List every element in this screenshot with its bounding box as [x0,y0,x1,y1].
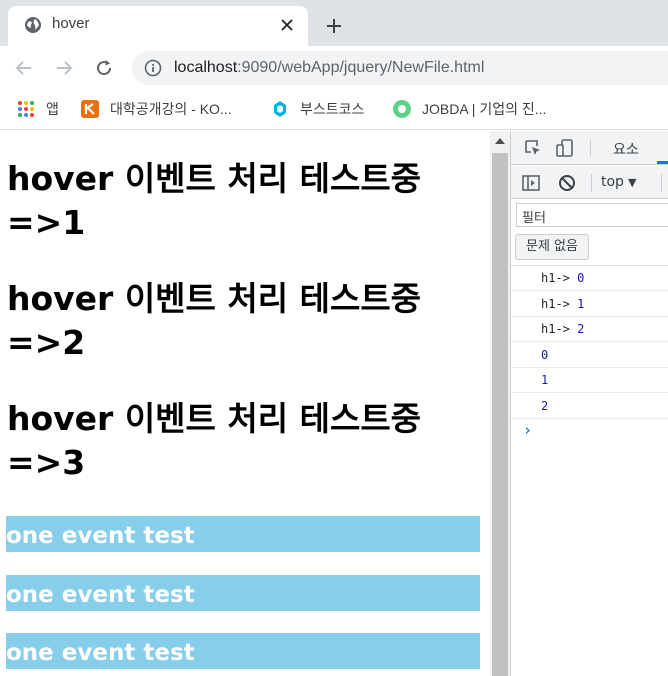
log-value: 1 [577,297,585,311]
hover-heading[interactable]: hover 이벤트 처리 테스트중 =>3 [7,397,477,485]
jobda-icon [392,99,412,119]
apps-grid-icon [16,99,36,119]
device-toolbar-icon[interactable] [555,138,575,158]
new-tab-button[interactable] [320,12,348,40]
context-selector[interactable]: top ▼ [601,174,636,190]
heading-line: hover 이벤트 처리 테스트중 [7,399,422,438]
forward-button[interactable] [50,54,78,82]
devtools-tabbar: 요소 [511,131,668,165]
clear-console-icon[interactable] [557,173,577,193]
heading-counter: =>1 [7,203,86,242]
back-button[interactable] [10,54,38,82]
heading-line: hover 이벤트 처리 테스트중 [7,279,422,318]
bookmark-label: 대학공개강의 - KO... [110,101,232,117]
bookmark-jobda[interactable]: JOBDA | 기업의 진... [392,98,546,120]
log-value: 0 [577,271,585,285]
url-text: localhost:9090/webApp/jquery/NewFile.htm… [174,59,484,77]
bookmark-apps[interactable]: 앱 [16,98,59,120]
tab-strip: hover [0,0,668,46]
bookmark-label: 부스트코스 [300,101,365,117]
log-key: h1-> [541,297,570,311]
console-message: 2 [511,394,668,419]
globe-icon [24,16,42,34]
console-filter-input[interactable]: 필터 [516,203,668,227]
issues-button[interactable]: 문제 없음 [515,234,589,260]
console-message: h1-> 1 [511,292,668,317]
toolbar-divider [590,140,591,156]
console-toolbar: top ▼ [511,166,668,199]
bookmark-label: 앱 [46,101,59,117]
heading-counter: =>3 [7,443,86,482]
arrow-left-icon [15,61,31,75]
hover-heading[interactable]: hover 이벤트 처리 테스트중 =>1 [7,157,477,245]
inspect-element-icon[interactable] [523,138,543,158]
tab-elements[interactable]: 요소 [613,139,639,159]
browser-tab[interactable]: hover [8,6,308,46]
log-value: 2 [577,322,585,336]
caret-down-icon: ▼ [627,176,637,189]
browser-toolbar: localhost:9090/webApp/jquery/NewFile.htm… [0,46,668,90]
active-tab-indicator [657,161,668,164]
bookmark-kocw[interactable]: 대학공개강의 - KO... [80,98,232,120]
log-key: h1-> [541,271,570,285]
bookmark-label: JOBDA | 기업의 진... [422,101,547,117]
context-value: top [601,174,624,190]
heading-counter: =>2 [7,323,86,362]
log-value: 0 [541,348,549,362]
console-message: h1-> 2 [511,317,668,342]
log-key: h1-> [541,322,570,336]
scroll-up-arrow-icon[interactable] [495,138,505,144]
reload-button[interactable] [90,54,118,82]
heading-line: hover 이벤트 처리 테스트중 [7,159,422,198]
one-event-block[interactable]: one event test [6,633,480,669]
kocw-logo-icon [80,99,100,119]
bookmark-boostcourse[interactable]: 부스트코스 [270,98,364,120]
scrollbar-thumb[interactable] [492,153,508,676]
tab-title: hover [52,15,90,32]
devtools-panel: 요소 top ▼ 필터 문제 없음 h1-> 0 h1-> 1 h1-> 2 0 … [510,131,668,676]
hover-heading[interactable]: hover 이벤트 처리 테스트중 =>2 [7,277,477,365]
url-path: :9090/webApp/jquery/NewFile.html [237,59,485,76]
toolbar-divider [591,174,592,192]
log-value: 1 [541,373,549,387]
console-message: 1 [511,368,668,393]
url-host: localhost [174,59,238,76]
page-content: hover 이벤트 처리 테스트중 =>1 hover 이벤트 처리 테스트중 … [0,131,490,676]
console-message: 0 [511,343,668,368]
bookmarks-bar: 앱 대학공개강의 - KO... 부스트코스 JOBDA | 기업의 진... [0,90,668,130]
page-scrollbar[interactable] [490,131,510,676]
reload-icon [97,60,112,76]
console-message: h1-> 0 [511,266,668,291]
close-tab-icon[interactable] [276,14,298,36]
one-event-block[interactable]: one event test [6,516,480,552]
log-value: 2 [541,399,549,413]
one-event-block[interactable]: one event test [6,575,480,611]
address-bar[interactable]: localhost:9090/webApp/jquery/NewFile.htm… [132,51,668,85]
toolbar-divider [661,174,662,192]
arrow-right-icon [57,61,73,75]
boostcourse-icon [270,99,290,119]
sidebar-toggle-icon[interactable] [521,173,541,193]
info-icon[interactable] [144,59,162,77]
console-prompt-icon[interactable]: › [523,421,532,439]
